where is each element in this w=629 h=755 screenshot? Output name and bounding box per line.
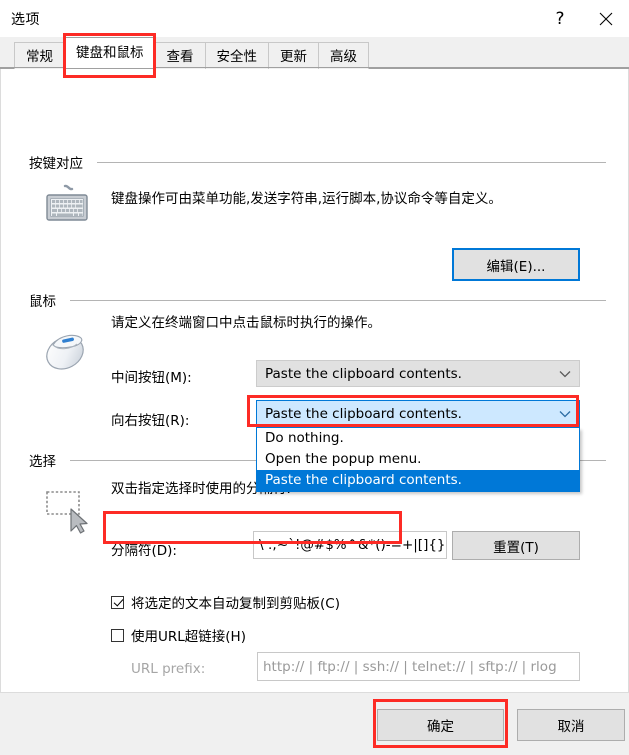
auto-copy-selection-label: 将选定的文本自动复制到剪贴板(C) xyxy=(131,596,340,612)
url-hyperlink-label: 使用URL超链接(H) xyxy=(131,629,246,645)
url-hyperlink-checkbox[interactable]: 使用URL超链接(H) xyxy=(111,625,246,645)
delimiter-label: 分隔符(D): xyxy=(111,543,177,559)
tab-keyboard-and-mouse[interactable]: 键盘和鼠标 xyxy=(64,37,156,68)
selection-group-title: 选择 xyxy=(29,454,56,470)
window-controls: ? xyxy=(537,0,629,37)
dialog-footer: 确定 取消 xyxy=(0,692,629,755)
cancel-button[interactable]: 取消 xyxy=(517,709,625,741)
url-prefix-input[interactable]: http:// | ftp:// | ssh:// | telnet:// | … xyxy=(257,652,580,681)
keyboard-description: 键盘操作可由菜单功能,发送字符串,运行脚本,协议命令等自定义。 xyxy=(111,191,502,207)
keyboard-icon xyxy=(41,183,93,229)
keyboard-group-title: 按键对应 xyxy=(29,156,83,172)
keyboard-group-rule xyxy=(97,161,606,163)
delimiter-input[interactable]: \ :;~`!@#$%^&*()-=+|[]{}' xyxy=(253,531,447,559)
tab-update[interactable]: 更新 xyxy=(268,42,319,70)
dropdown-option-paste[interactable]: Paste the clipboard contents. xyxy=(257,470,579,491)
close-icon xyxy=(599,12,613,25)
tab-general[interactable]: 常规 xyxy=(14,42,65,70)
right-button-combo-value: Paste the clipboard contents. xyxy=(265,406,462,422)
help-button[interactable]: ? xyxy=(537,0,583,37)
chevron-down-icon xyxy=(559,366,571,382)
delimiter-input-value: \ :;~`!@#$%^&*()-=+|[]{}' xyxy=(259,537,447,553)
right-button-dropdown-list[interactable]: Do nothing. Open the popup menu. Paste t… xyxy=(256,428,580,492)
dropdown-option-popup-menu[interactable]: Open the popup menu. xyxy=(257,449,579,470)
reset-delimiter-button[interactable]: 重置(T) xyxy=(452,531,580,560)
selection-cursor-icon xyxy=(41,487,93,534)
close-button[interactable] xyxy=(583,0,629,37)
middle-button-combo-value: Paste the clipboard contents. xyxy=(265,365,462,382)
tab-security[interactable]: 安全性 xyxy=(204,42,269,70)
mouse-group-rule xyxy=(70,299,606,301)
checkbox-box-unchecked xyxy=(111,628,124,642)
mouse-icon xyxy=(41,327,93,373)
edit-keymap-button[interactable]: 编辑(E)... xyxy=(452,248,580,281)
window-title: 选项 xyxy=(11,11,40,28)
dropdown-option-do-nothing[interactable]: Do nothing. xyxy=(257,428,579,449)
question-mark-icon: ? xyxy=(555,8,565,29)
tab-view[interactable]: 查看 xyxy=(154,42,206,70)
auto-copy-selection-checkbox[interactable]: 将选定的文本自动复制到剪贴板(C) xyxy=(111,592,340,612)
mouse-group-header: 鼠标 xyxy=(1,290,628,310)
mouse-description: 请定义在终端窗口中点击鼠标时执行的操作。 xyxy=(111,315,381,331)
url-prefix-input-value: http:// | ftp:// | ssh:// | telnet:// | … xyxy=(263,658,557,675)
ok-button[interactable]: 确定 xyxy=(377,709,504,741)
mouse-group-title: 鼠标 xyxy=(29,294,56,310)
tab-strip: 常规 键盘和鼠标 查看 安全性 更新 高级 xyxy=(0,37,629,70)
title-bar: 选项 ? xyxy=(0,0,629,37)
keyboard-group-header: 按键对应 xyxy=(1,152,628,172)
options-panel: 按键对应 键盘操作可由菜单功能,发送字符串,运行脚本,协议命令等自定义。 编辑(… xyxy=(0,69,629,724)
tab-advanced[interactable]: 高级 xyxy=(318,42,369,70)
url-prefix-label: URL prefix: xyxy=(131,661,206,677)
right-button-label: 向右按钮(R): xyxy=(111,413,190,429)
checkbox-box-checked xyxy=(111,595,124,609)
chevron-down-icon xyxy=(559,406,571,422)
right-button-combo[interactable]: Paste the clipboard contents. xyxy=(256,400,580,428)
middle-button-label: 中间按钮(M): xyxy=(111,370,192,386)
middle-button-combo[interactable]: Paste the clipboard contents. xyxy=(256,360,580,387)
